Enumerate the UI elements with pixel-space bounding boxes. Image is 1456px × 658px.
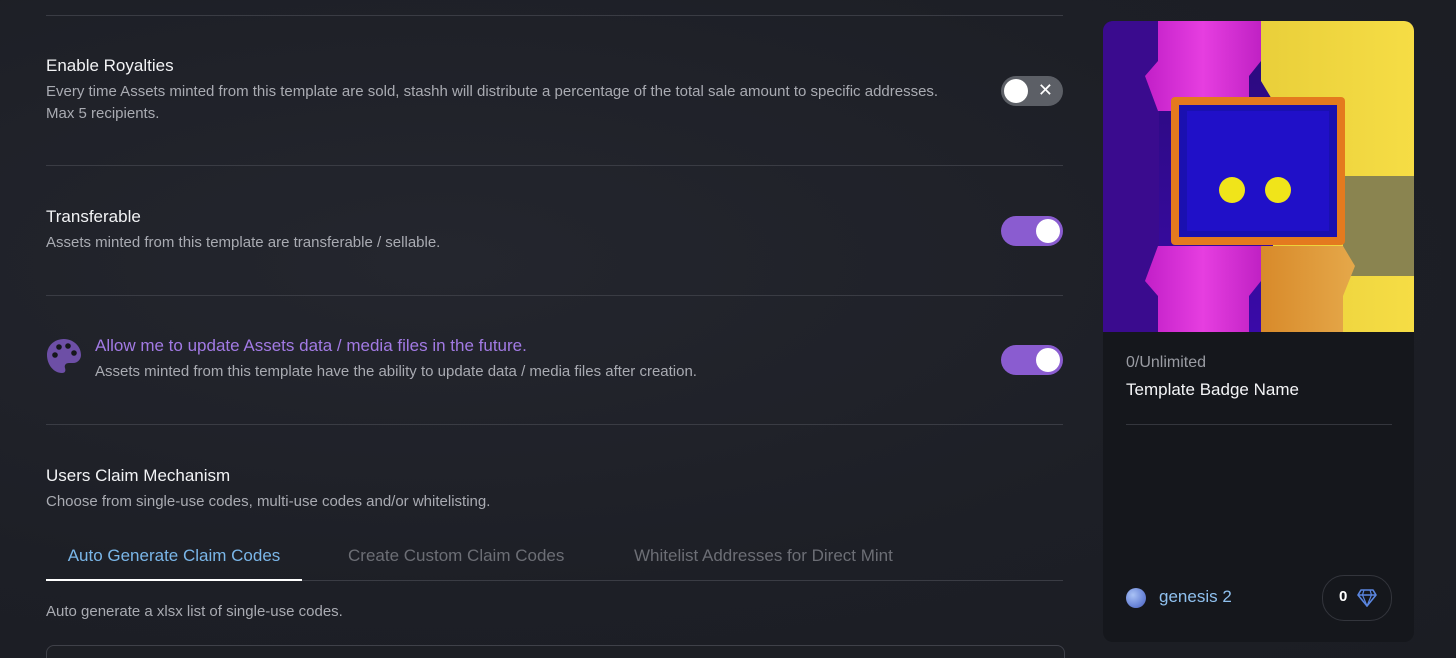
- toggle-knob: [1036, 219, 1060, 243]
- claim-panel: [46, 645, 1065, 658]
- updatable-description: Assets minted from this template have th…: [95, 363, 697, 380]
- transferable-toggle[interactable]: [1001, 216, 1063, 246]
- template-image: [1103, 21, 1414, 332]
- template-name: Template Badge Name: [1126, 380, 1299, 399]
- divider: [1126, 424, 1392, 425]
- claim-description: Choose from single-use codes, multi-use …: [46, 493, 491, 510]
- likes-button[interactable]: 0: [1322, 575, 1392, 621]
- tab-description: Auto generate a xlsx list of single-use …: [46, 603, 343, 620]
- gem-icon: [1357, 589, 1377, 607]
- template-preview-card: 0/Unlimited Template Badge Name genesis …: [1103, 21, 1414, 642]
- close-icon: ✕: [1037, 80, 1053, 101]
- palette-icon: [47, 339, 81, 373]
- mint-count: 0/Unlimited: [1126, 354, 1207, 371]
- divider: [46, 15, 1063, 16]
- claim-tabs: Auto Generate Claim Codes Create Custom …: [46, 537, 1063, 581]
- updatable-title: Allow me to update Assets data / media f…: [95, 336, 527, 355]
- likes-count: 0: [1339, 588, 1348, 605]
- transferable-title: Transferable: [46, 207, 141, 226]
- toggle-knob: [1036, 348, 1060, 372]
- tab-auto-generate[interactable]: Auto Generate Claim Codes: [46, 537, 302, 581]
- collection-link[interactable]: genesis 2: [1159, 587, 1232, 607]
- updatable-toggle[interactable]: [1001, 345, 1063, 375]
- divider: [46, 295, 1063, 296]
- divider: [46, 424, 1063, 425]
- chain-icon: [1126, 588, 1146, 608]
- royalties-toggle[interactable]: ✕: [1001, 76, 1063, 106]
- divider: [46, 165, 1063, 166]
- royalties-description: Every time Assets minted from this templ…: [46, 83, 939, 122]
- tab-custom-codes[interactable]: Create Custom Claim Codes: [348, 537, 564, 579]
- toggle-knob: [1004, 79, 1028, 103]
- settings-panel: Enable Royalties Every time Assets minte…: [46, 0, 1065, 658]
- royalties-title: Enable Royalties: [46, 56, 174, 75]
- tab-whitelist[interactable]: Whitelist Addresses for Direct Mint: [634, 537, 893, 579]
- transferable-description: Assets minted from this template are tra…: [46, 234, 441, 251]
- claim-title: Users Claim Mechanism: [46, 466, 231, 485]
